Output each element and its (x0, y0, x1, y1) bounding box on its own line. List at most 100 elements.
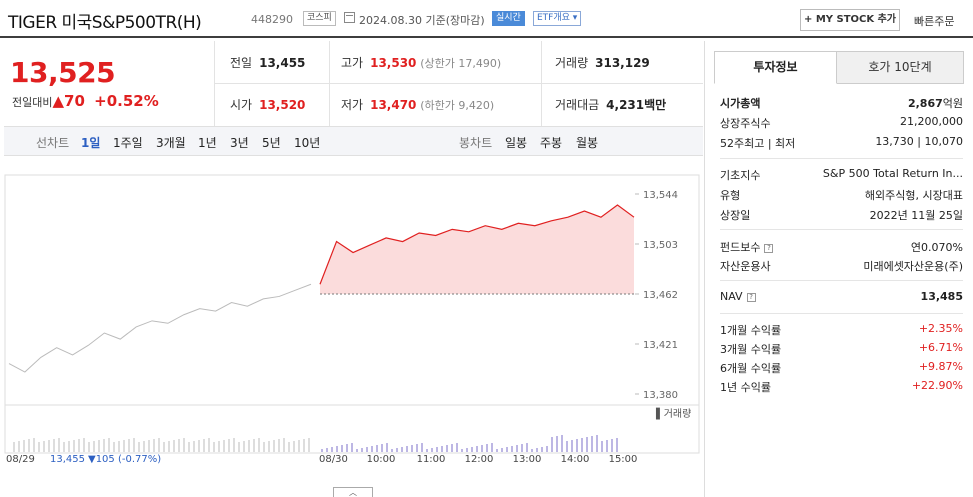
market-cap-value: 2,867억원 (908, 95, 963, 111)
divider (720, 313, 963, 314)
divider (720, 158, 963, 159)
return-6m-label: 6개월 수익률 (720, 362, 782, 375)
listing-date-value: 2022년 11월 25일 (869, 209, 963, 222)
x-tick-label: 14:00 (561, 454, 590, 465)
x-tick-label: 12:00 (465, 454, 494, 465)
return-3m-row: 3개월 수익률 +6.71% (720, 341, 963, 359)
tab-monthly[interactable]: 월봉 (576, 134, 598, 151)
prev-day-change: ▼105 (-0.77%) (88, 454, 161, 465)
change-label: 전일대비 (12, 96, 53, 109)
chevron-down-icon: ▾ (572, 13, 578, 23)
x-tick-label: 08/30 (319, 454, 348, 465)
return-3m-label: 3개월 수익률 (720, 343, 782, 356)
market-cap-label: 시가총액 (720, 97, 761, 110)
tab-3m[interactable]: 3개월 (156, 134, 186, 151)
chart-period-tabs: 선차트 1일 1주일 3개월 1년 3년 5년 10년 봉차트 일봉 주봉 월봉 (4, 126, 703, 156)
divider (720, 229, 963, 230)
price-change: 전일대비▲70 +0.52% (12, 92, 159, 110)
high-label: 고가 (341, 56, 364, 70)
y-tick-label: 13,544 (643, 190, 678, 201)
tab-weekly[interactable]: 주봉 (540, 134, 562, 151)
listed-shares-row: 상장주식수 21,200,000 (720, 115, 963, 133)
tab-10y[interactable]: 10년 (294, 134, 320, 151)
52w-range-label: 52주최고 | 최저 (720, 137, 796, 150)
nav-label: NAV? (720, 290, 756, 303)
tab-3y[interactable]: 3년 (230, 134, 249, 151)
volume-value: 313,129 (595, 56, 650, 70)
stock-name: TIGER 미국S&P500TR(H) (8, 13, 202, 33)
change-value: ▲70 (52, 92, 85, 110)
nav-row: NAV? 13,485 (720, 290, 963, 308)
realtime-badge[interactable]: 실시간 (492, 11, 525, 26)
return-1m-value: +2.35% (918, 322, 963, 335)
asset-manager-value: 미래에셋자산운용(주) (863, 260, 963, 273)
high-value: 13,530 (370, 56, 417, 70)
chevron-up-icon[interactable]: ︿ (333, 487, 373, 497)
quick-order-link[interactable]: 빠른주문 (914, 13, 954, 29)
y-tick-label: 13,503 (643, 240, 678, 251)
base-index-value: S&P 500 Total Return In... (822, 167, 963, 180)
tab-5y[interactable]: 5년 (262, 134, 281, 151)
current-price: 13,525 (10, 56, 116, 89)
return-1m-row: 1개월 수익률 +2.35% (720, 322, 963, 340)
help-icon[interactable]: ? (746, 293, 756, 302)
tab-daily[interactable]: 일봉 (505, 134, 527, 151)
y-tick-label: 13,462 (643, 290, 678, 301)
fund-fee-text: 펀드보수 (720, 241, 761, 254)
market-cap-number: 2,867 (907, 97, 943, 110)
prev-day-date: 08/29 (6, 454, 35, 465)
open-price: 시가 13,520 (230, 96, 305, 113)
open-value: 13,520 (259, 98, 306, 112)
tab-investment-info[interactable]: 투자정보 (714, 51, 837, 84)
tab-1y[interactable]: 1년 (198, 134, 217, 151)
divider (720, 280, 963, 281)
asset-manager-label: 자산운용사 (720, 260, 771, 273)
open-label: 시가 (230, 98, 253, 112)
low-value: 13,470 (370, 98, 417, 112)
line-chart-label: 선차트 (36, 136, 70, 150)
base-index-label: 기초지수 (720, 169, 761, 182)
return-1y-value: +22.90% (911, 379, 963, 392)
amount-label: 거래대금 (555, 98, 600, 112)
x-tick-label: 10:00 (367, 454, 396, 465)
tab-1d[interactable]: 1일 (81, 134, 100, 151)
tab-1w[interactable]: 1주일 (113, 134, 143, 151)
stock-code: 448290 (251, 13, 293, 26)
etf-overview-label: ETF개요 (537, 13, 570, 23)
low-label: 저가 (341, 98, 364, 112)
return-1y-row: 1년 수익률 +22.90% (720, 379, 963, 397)
stock-header: TIGER 미국S&P500TR(H) 448290 코스피 2024.08.3… (0, 0, 973, 38)
volume-label: 거래량 (555, 56, 589, 70)
volume-legend: ▌거래량 (655, 407, 691, 420)
trade-amount: 거래대금 4,231백만 (555, 96, 666, 113)
x-tick-label: 11:00 (417, 454, 446, 465)
return-3m-value: +6.71% (918, 341, 963, 354)
market-badge: 코스피 (303, 11, 336, 26)
series-0829-line (8, 283, 312, 373)
upper-limit: (상한가 17,490) (420, 57, 502, 70)
listing-date-label: 상장일 (720, 209, 751, 222)
info-tabs: 호가 10단계 투자정보 (714, 51, 964, 84)
candle-chart-label: 봉차트 (459, 136, 493, 150)
return-6m-value: +9.87% (918, 360, 963, 373)
base-date: 2024.08.30 기준(장마감) (359, 14, 485, 27)
add-my-stock-button[interactable]: + MY STOCK 추가 (800, 9, 900, 31)
listed-shares-value: 21,200,000 (900, 115, 963, 128)
investment-info-panel: 호가 10단계 투자정보 시가총액 2,867억원 상장주식수 21,200,000… (704, 41, 973, 497)
return-1m-label: 1개월 수익률 (720, 324, 782, 337)
tab-orderbook[interactable]: 호가 10단계 (836, 51, 964, 84)
divider (541, 41, 542, 126)
etf-overview-dropdown[interactable]: ETF개요 ▾ (533, 11, 582, 26)
fund-fee-label: 펀드보수? (720, 239, 774, 255)
base-index-row: 기초지수 S&P 500 Total Return In... (720, 167, 963, 185)
y-tick-label: 13,380 (643, 390, 678, 401)
divider (329, 41, 330, 126)
prev-close: 전일 13,455 (230, 54, 305, 71)
listing-date-row: 상장일 2022년 11월 25일 (720, 207, 963, 225)
fund-fee-row: 펀드보수? 연0.070% (720, 239, 963, 257)
fund-fee-value: 연0.070% (910, 241, 963, 254)
prev-close-label: 전일 (230, 56, 253, 70)
help-icon[interactable]: ? (764, 244, 774, 253)
intraday-chart[interactable]: 13,544 13,503 13,462 13,421 13,380 ▌거래량 08/30 1… (4, 157, 704, 487)
prev-close-value: 13,455 (259, 56, 306, 70)
